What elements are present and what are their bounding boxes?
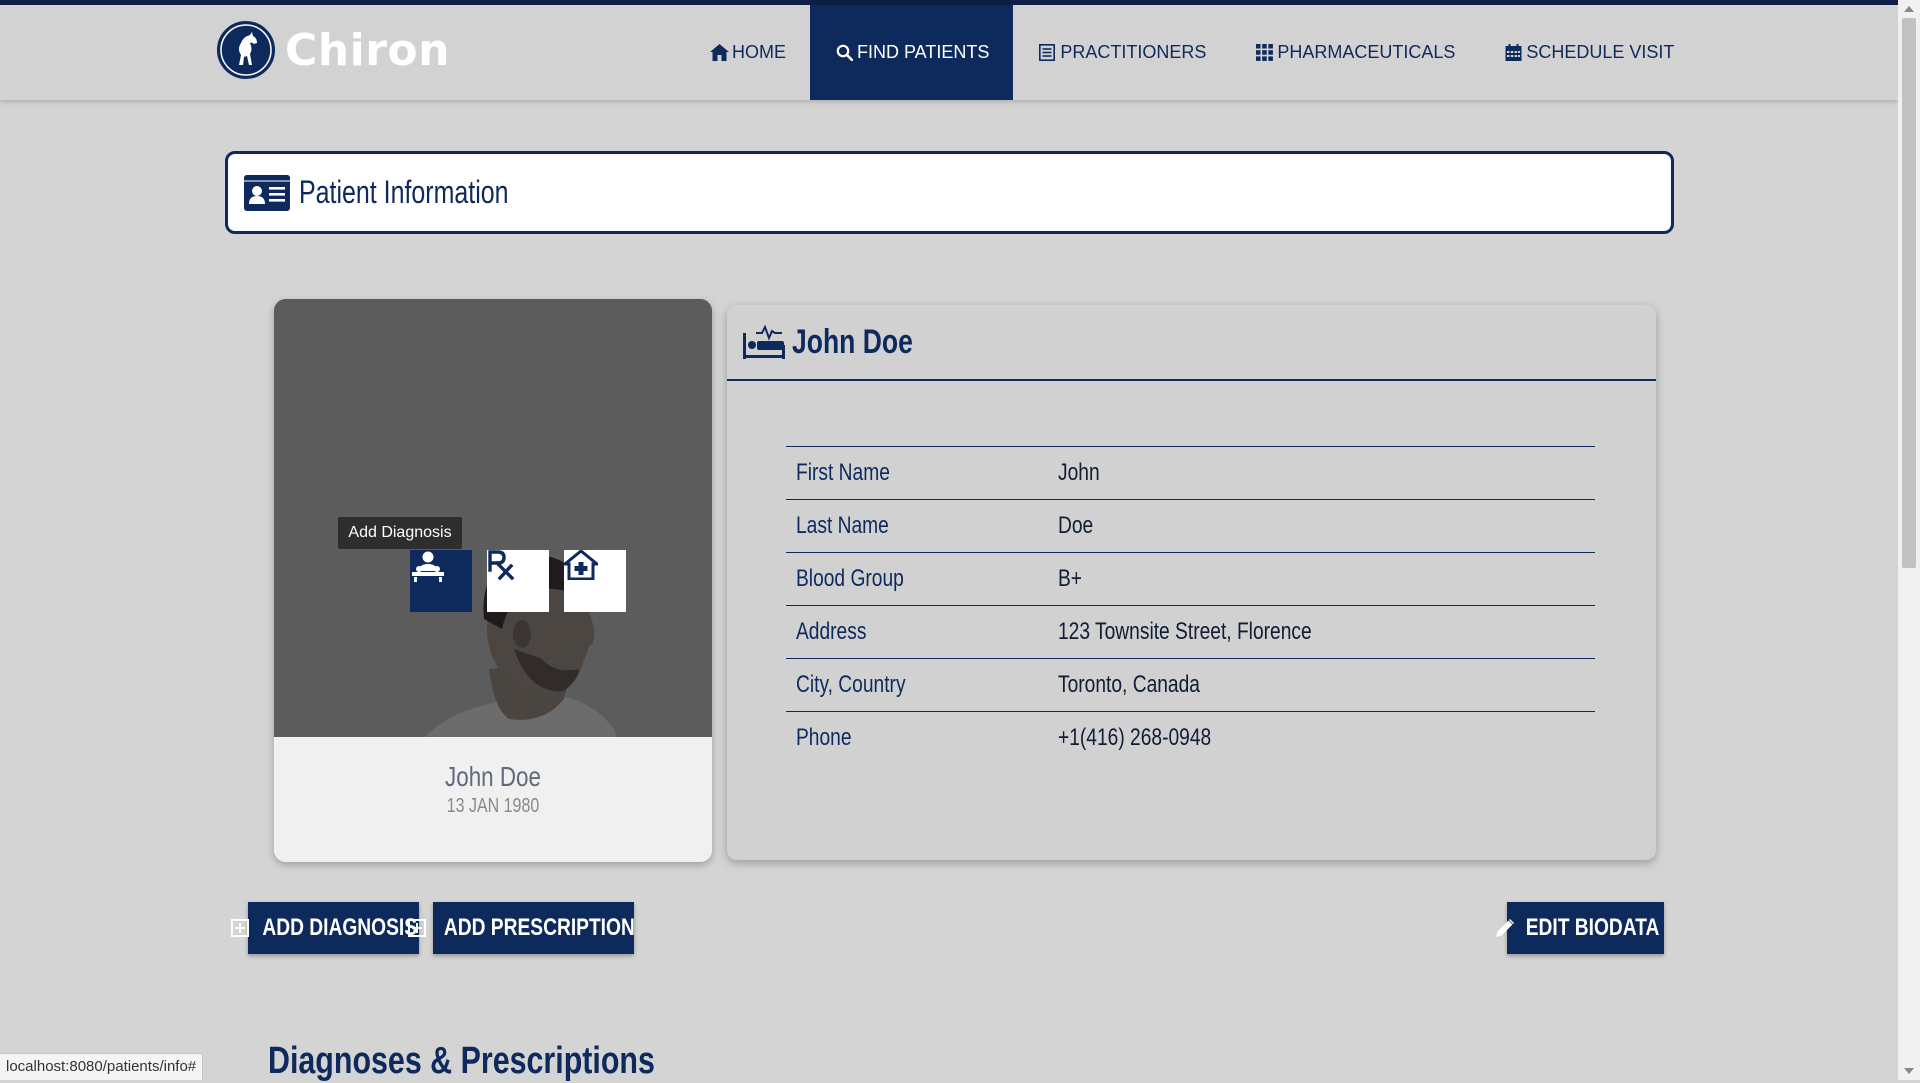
patient-bed-icon	[742, 323, 786, 361]
nav-schedule-visit[interactable]: SCHEDULE VISIT	[1479, 5, 1698, 100]
patient-info-title: John Doe	[792, 322, 913, 361]
scrollbar-thumb[interactable]	[1902, 18, 1916, 568]
field-label: City, Country	[786, 658, 1048, 712]
field-value: Toronto, Canada	[1048, 658, 1595, 712]
brand-name: Chiron	[285, 24, 450, 76]
table-row: First Name John	[786, 446, 1595, 500]
grid-icon	[1254, 43, 1274, 63]
field-label: Blood Group	[786, 552, 1048, 606]
nav-find-patients[interactable]: FIND PATIENTS	[810, 5, 1014, 100]
field-label: First Name	[786, 446, 1048, 500]
field-value: Doe	[1048, 499, 1595, 553]
main-nav: HOME FIND PATIENTS PRACTITIONERS PHARMAC…	[685, 5, 1698, 100]
navbar: Chiron HOME FIND PATIENTS PRACTITIONERS	[0, 5, 1898, 100]
patient-photo-caption: John Doe 13 JAN 1980	[274, 737, 712, 862]
nav-practitioners[interactable]: PRACTITIONERS	[1013, 5, 1230, 100]
patient-photo: Add Diagnosis	[274, 299, 712, 862]
pencil-icon	[1495, 918, 1515, 938]
add-prescription-button[interactable]: ADD PRESCRIPTION	[408, 902, 635, 954]
patient-photo-card: Add Diagnosis John Doe 13 JAN 1980	[274, 299, 712, 862]
add-diagnosis-label: ADD DIAGNOSIS	[262, 914, 417, 941]
table-row: Phone +1(416) 268-0948	[786, 711, 1595, 764]
edit-biodata-label: EDIT BIODATA	[1525, 914, 1660, 941]
table-row: Blood Group B+	[786, 552, 1595, 606]
add-prescription-action-button[interactable]	[487, 550, 549, 612]
add-prescription-label: ADD PRESCRIPTION	[444, 914, 635, 941]
field-label: Phone	[786, 711, 1048, 764]
calendar-icon	[1503, 43, 1523, 63]
list-icon	[1037, 43, 1057, 63]
patient-info-header: John Doe	[727, 305, 1656, 381]
home-visit-action-button[interactable]	[564, 550, 626, 612]
table-row: Address 123 Townsite Street, Florence	[786, 605, 1595, 659]
patient-info-card: John Doe First Name John Last Name Doe B…	[727, 305, 1656, 860]
add-diagnosis-button[interactable]: ADD DIAGNOSIS	[230, 902, 419, 954]
brand[interactable]: Chiron	[217, 19, 450, 81]
home-icon	[709, 43, 729, 63]
field-value: B+	[1048, 552, 1595, 606]
table-row: Last Name Doe	[786, 499, 1595, 553]
field-label: Last Name	[786, 499, 1048, 553]
nav-practitioners-label: PRACTITIONERS	[1060, 42, 1207, 62]
id-card-icon	[244, 174, 290, 211]
field-value: +1(416) 268-0948	[1048, 711, 1595, 764]
page-header-card: Patient Information	[225, 151, 1674, 234]
nav-home[interactable]: HOME	[685, 5, 810, 100]
scroll-up-arrow-icon[interactable]	[1904, 6, 1914, 12]
patient-info-table: First Name John Last Name Doe Blood Grou…	[786, 446, 1595, 764]
scroll-down-arrow-icon[interactable]	[1904, 1068, 1914, 1074]
add-diagnosis-action-button[interactable]	[410, 550, 472, 612]
plus-square-icon	[408, 919, 427, 937]
nav-home-label: HOME	[732, 42, 786, 62]
diagnoses-section-title: Diagnoses & Prescriptions	[268, 1040, 655, 1082]
field-label: Address	[786, 605, 1048, 659]
add-diagnosis-tooltip: Add Diagnosis	[338, 517, 462, 549]
patient-card-dob: 13 JAN 1980	[446, 795, 540, 817]
nav-find-patients-label: FIND PATIENTS	[857, 42, 990, 62]
nav-pharmaceuticals-label: PHARMACEUTICALS	[1277, 42, 1456, 62]
page-title: Patient Information	[299, 174, 509, 210]
edit-biodata-button[interactable]: EDIT BIODATA	[1495, 902, 1664, 954]
plus-square-icon	[230, 919, 249, 937]
field-value: 123 Townsite Street, Florence	[1048, 605, 1595, 659]
chiron-horse-logo-icon	[217, 21, 275, 79]
status-bar-url: localhost:8080/patients/info#	[0, 1053, 204, 1080]
search-icon	[834, 43, 854, 63]
table-row: City, Country Toronto, Canada	[786, 658, 1595, 712]
vertical-scrollbar[interactable]	[1898, 0, 1920, 1080]
patient-card-name: John Doe	[445, 761, 541, 792]
field-value: John	[1048, 446, 1595, 500]
nav-schedule-visit-label: SCHEDULE VISIT	[1526, 42, 1675, 62]
nav-pharmaceuticals[interactable]: PHARMACEUTICALS	[1230, 5, 1479, 100]
